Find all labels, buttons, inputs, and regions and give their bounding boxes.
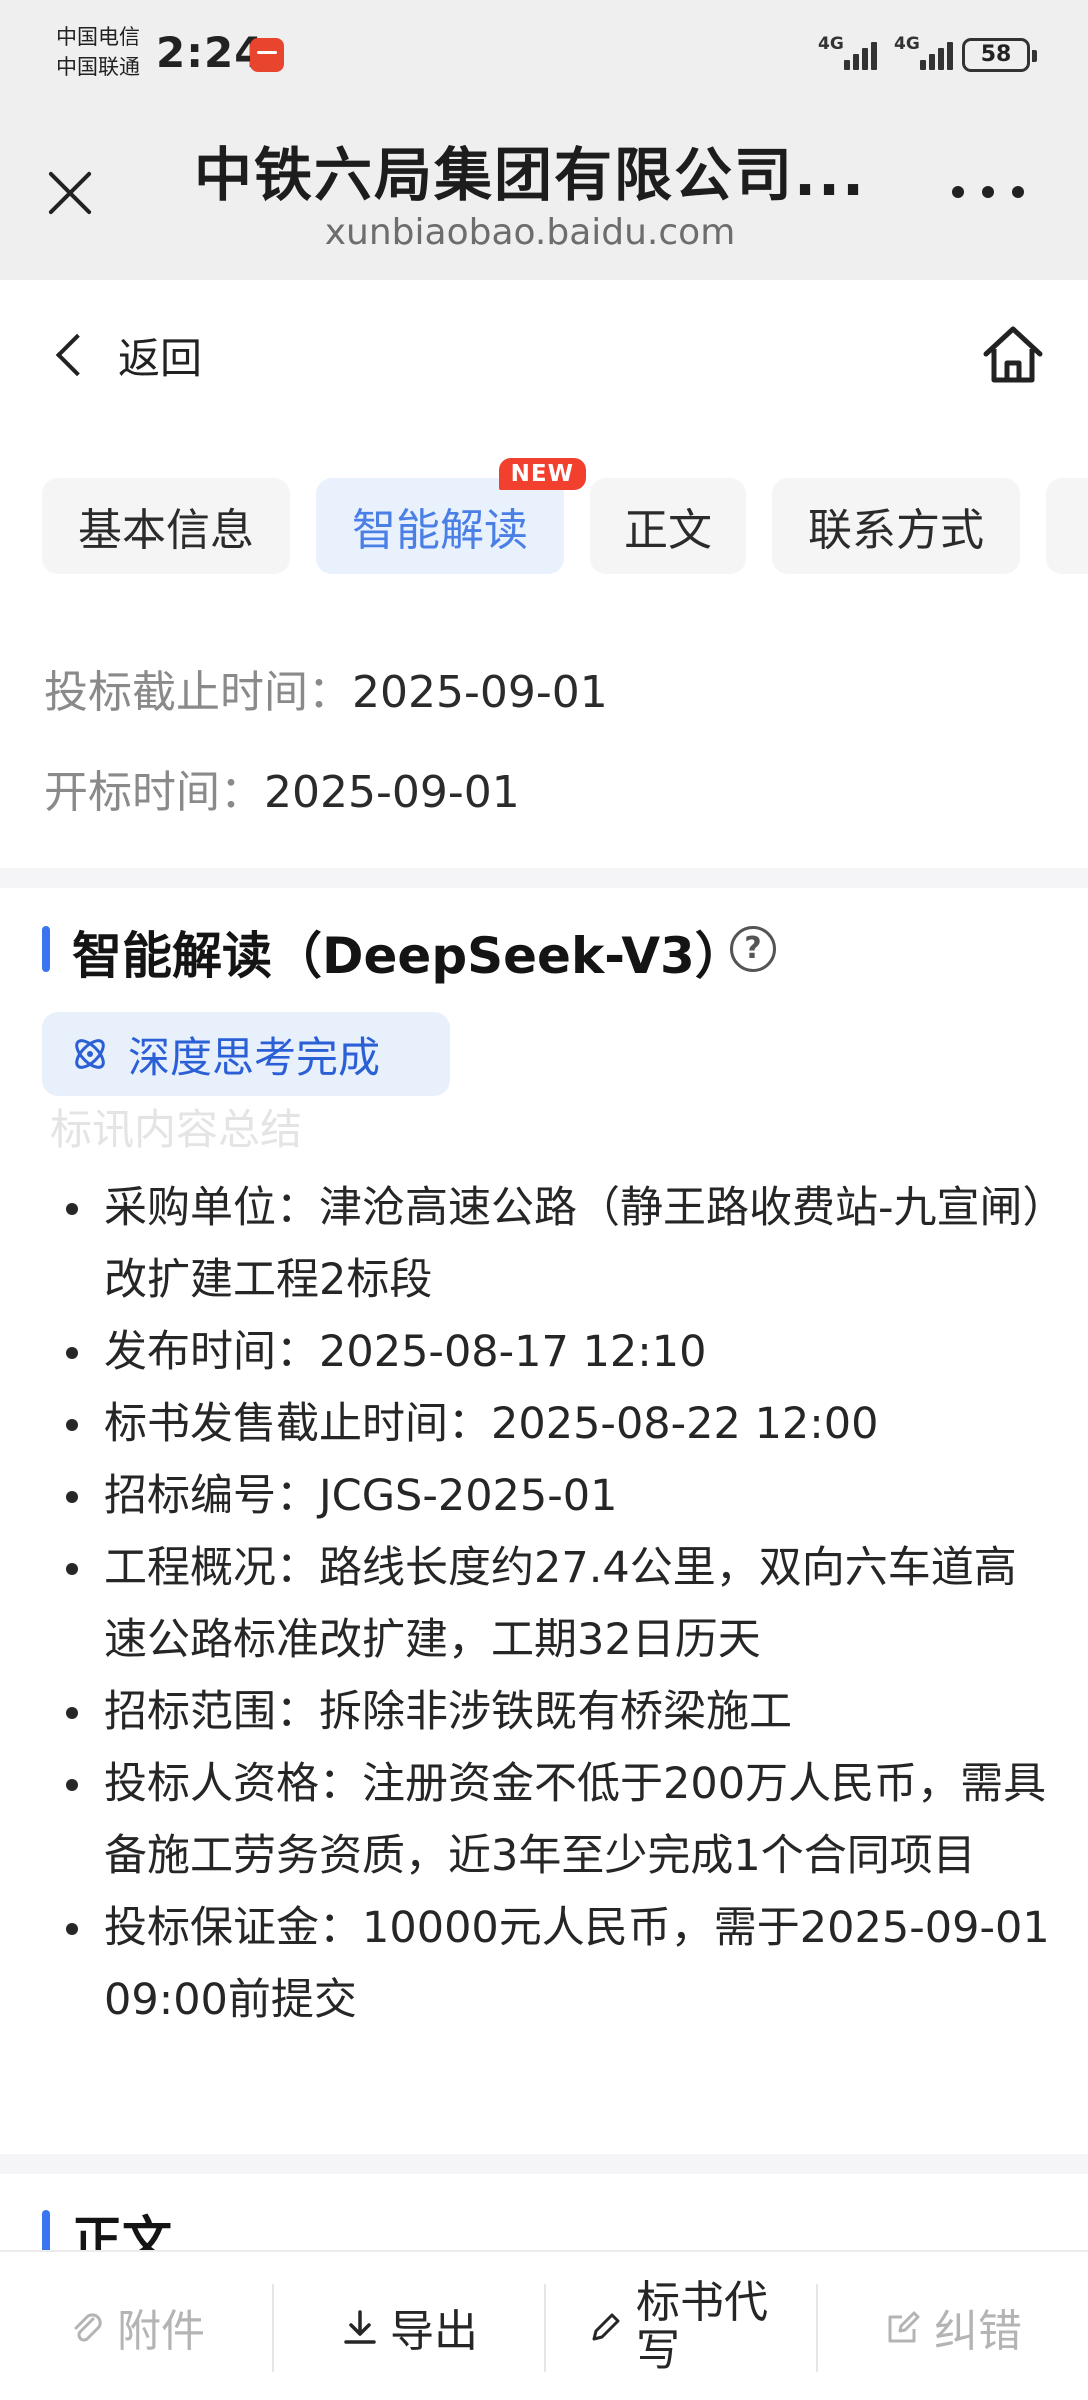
list-item: 投标保证金：10000元人民币，需于2025-09-01 09:00前提交 (54, 1892, 1054, 2036)
battery-icon: 58 (962, 38, 1037, 72)
carrier-2: 中国联通 (56, 55, 140, 79)
help-icon[interactable]: ? (730, 926, 776, 972)
signal-icon-1: 4G (818, 34, 888, 74)
summary-list: 采购单位：津沧高速公路（静王路收费站-九宣闸）改扩建工程2标段 发布时间：202… (54, 1172, 1054, 2036)
back-button[interactable]: 返回 (50, 318, 202, 392)
tab-contact[interactable]: 联系方式 (772, 478, 1020, 574)
tab-next-partial[interactable] (1046, 478, 1088, 574)
list-item: 采购单位：津沧高速公路（静王路收费站-九宣闸）改扩建工程2标段 (54, 1172, 1054, 1316)
close-icon[interactable] (40, 162, 102, 224)
ghostwrite-button[interactable]: 标书代写 (546, 2252, 816, 2400)
list-item: 工程概况：路线长度约27.4公里，双向六车道高速公路标准改扩建，工期32日历天 (54, 1532, 1054, 1676)
browser-header: 中国电信 中国联通 2:24 4G 4G 58 中铁六局集团有限公司... xu… (0, 0, 1088, 280)
bottom-toolbar: 附件 导出 标书代写 纠错 (0, 2250, 1088, 2400)
attachment-button[interactable]: 附件 (0, 2252, 272, 2400)
page-url: xunbiaobao.baidu.com (324, 212, 736, 253)
home-icon[interactable] (978, 320, 1048, 390)
list-item: 招标编号：JCGS-2025-01 (54, 1460, 1054, 1532)
section-divider (0, 868, 1088, 888)
bid-opening-value: 2025-09-01 (264, 767, 520, 818)
download-icon (344, 2310, 376, 2344)
summary-heading-faded: 标讯内容总结 (50, 1105, 303, 1154)
status-time: 2:24 (156, 28, 265, 77)
bid-deadline-value: 2025-09-01 (352, 667, 608, 718)
back-chevron-icon (55, 333, 99, 377)
export-button[interactable]: 导出 (274, 2252, 544, 2400)
tab-basic-info[interactable]: 基本信息 (42, 478, 290, 574)
tab-label: 正文 (624, 505, 712, 556)
deep-thinking-label: 深度思考完成 (128, 1032, 381, 1082)
ghostwrite-label: 标书代写 (636, 2277, 768, 2376)
tab-label: 联系方式 (808, 505, 984, 556)
tab-label: 智能解读 (352, 505, 528, 556)
list-item: 发布时间：2025-08-17 12:10 (54, 1316, 1054, 1388)
page-title: 中铁六局集团有限公司... (193, 141, 867, 209)
more-menu-icon[interactable] (952, 180, 1024, 204)
section-divider (0, 2154, 1088, 2174)
export-label: 导出 (390, 2306, 478, 2357)
pen-icon (592, 2313, 620, 2341)
report-error-label: 纠错 (934, 2306, 1022, 2357)
notification-app-icon (250, 38, 284, 72)
tab-body-text[interactable]: 正文 (590, 478, 746, 574)
tab-bar: 基本信息 智能解读 NEW 正文 联系方式 (42, 458, 1088, 574)
report-error-button[interactable]: 纠错 (818, 2252, 1088, 2400)
list-item: 投标人资格：注册资金不低于200万人民币，需具备施工劳务资质，近3年至少完成1个… (54, 1748, 1054, 1892)
ai-section-title: 智能解读（DeepSeek-V3） (72, 927, 745, 985)
bid-opening: 开标时间：2025-09-01 (44, 756, 520, 820)
section-accent-bar (42, 926, 50, 972)
back-label: 返回 (118, 333, 203, 383)
new-badge: NEW (498, 458, 586, 490)
signal-2-label: 4G (894, 34, 920, 54)
list-item: 标书发售截止时间：2025-08-22 12:00 (54, 1388, 1054, 1460)
carrier-1: 中国电信 (56, 25, 140, 49)
tab-ai-interpretation[interactable]: 智能解读 NEW (316, 458, 586, 574)
status-bar: 中国电信 中国联通 2:24 4G 4G 58 (0, 0, 1088, 110)
deep-thinking-chip[interactable]: 深度思考完成 (42, 1012, 450, 1096)
carrier-names: 中国电信 中国联通 (56, 22, 140, 82)
bid-deadline-label: 投标截止时间： (44, 667, 352, 718)
paperclip-icon (74, 2313, 102, 2342)
signal-icon-2: 4G (894, 34, 964, 74)
bid-opening-label: 开标时间： (44, 767, 264, 818)
tab-label: 基本信息 (78, 505, 254, 556)
bid-deadline: 投标截止时间：2025-09-01 (44, 656, 608, 720)
atom-icon (75, 1039, 105, 1069)
page: 中国电信 中国联通 2:24 4G 4G 58 中铁六局集团有限公司... xu… (0, 0, 1088, 2400)
edit-box-icon (888, 2311, 920, 2343)
signal-1-label: 4G (818, 34, 844, 54)
list-item: 招标范围：拆除非涉铁既有桥梁施工 (54, 1676, 1054, 1748)
attachment-label: 附件 (117, 2306, 205, 2357)
